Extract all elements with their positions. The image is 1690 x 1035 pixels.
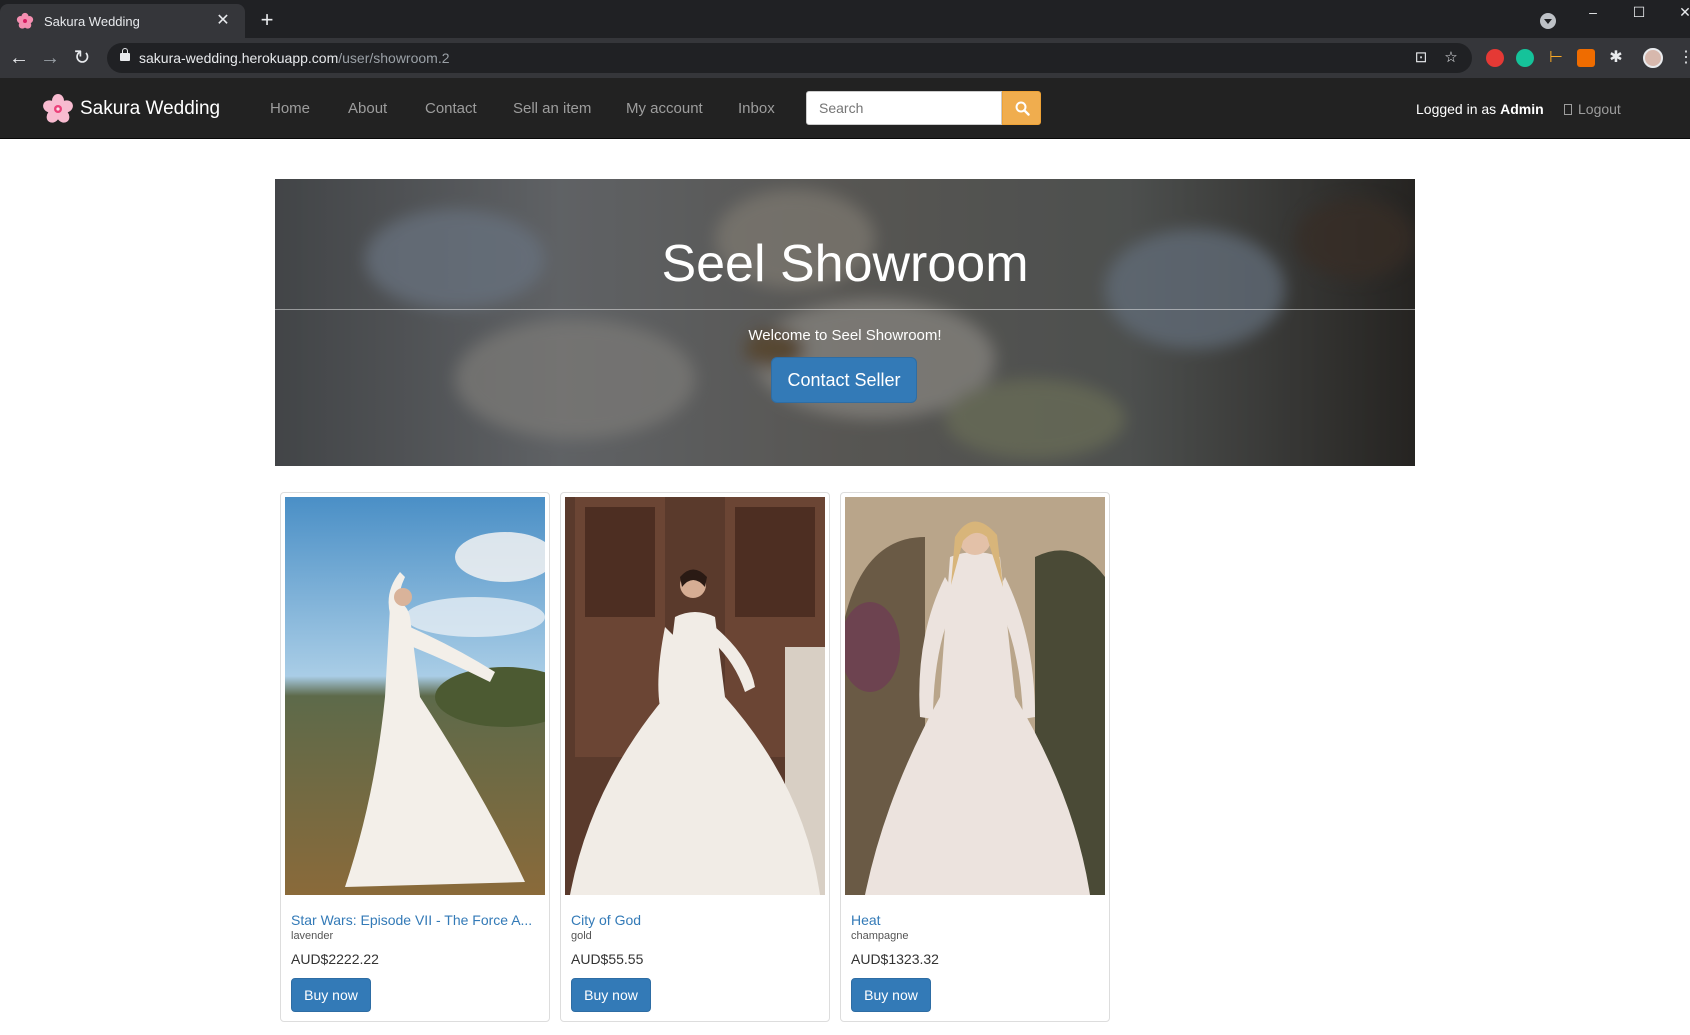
search-icon: [1015, 101, 1030, 116]
browser-tab[interactable]: Sakura Wedding ✕: [0, 4, 245, 38]
brand-link[interactable]: Sakura Wedding: [42, 93, 220, 125]
product-price: AUD$55.55: [571, 951, 644, 967]
reload-icon[interactable]: ↻: [70, 46, 94, 70]
showroom-title: Seel Showroom: [661, 235, 1029, 293]
brand-name: Sakura Wedding: [80, 98, 221, 119]
contact-seller-button[interactable]: Contact Seller: [771, 357, 917, 403]
product-title[interactable]: Heat: [851, 912, 1101, 928]
translate-icon[interactable]: ⊡: [1413, 50, 1429, 66]
banner-background-image: [275, 179, 1415, 466]
logged-in-status: Logged in as Admin: [1416, 101, 1544, 117]
maximize-button[interactable]: ☐: [1616, 0, 1662, 26]
minimize-button[interactable]: –: [1570, 0, 1616, 26]
address-bar[interactable]: sakura-wedding.herokuapp.com/user/showro…: [107, 43, 1472, 73]
logout-link[interactable]: Logout: [1564, 101, 1621, 117]
nav-about[interactable]: About: [348, 100, 387, 117]
product-price: AUD$1323.32: [851, 951, 939, 967]
nav-inbox[interactable]: Inbox: [738, 100, 775, 117]
extension-icon-orange[interactable]: ⊢: [1547, 49, 1565, 67]
browser-toolbar: ← → ↻ sakura-wedding.herokuapp.com/user/…: [0, 38, 1690, 78]
product-color: lavender: [291, 930, 334, 942]
search-input[interactable]: [806, 91, 1002, 125]
nav-sell-an-item[interactable]: Sell an item: [513, 100, 591, 117]
showroom-subtitle: Welcome to Seel Showroom!: [748, 327, 942, 344]
new-tab-button[interactable]: +: [256, 9, 278, 32]
url-path: /user/showroom.2: [338, 50, 450, 66]
browser-menu-icon[interactable]: ⋮: [1678, 49, 1690, 67]
back-icon[interactable]: ←: [7, 46, 31, 70]
product-card: City of God gold AUD$55.55 Buy now: [560, 492, 830, 1022]
extensions-puzzle-icon[interactable]: ✱: [1607, 49, 1625, 67]
url-host: sakura-wedding.herokuapp.com: [139, 50, 339, 66]
extension-icon-gift[interactable]: [1577, 49, 1595, 67]
extension-icon-red[interactable]: [1486, 49, 1504, 67]
showroom-banner: Seel Showroom Welcome to Seel Showroom! …: [275, 179, 1415, 466]
grammarly-icon[interactable]: [1516, 49, 1534, 67]
product-image[interactable]: [285, 497, 545, 895]
product-image[interactable]: [565, 497, 825, 895]
search-button[interactable]: [1002, 91, 1041, 125]
tab-title: Sakura Wedding: [44, 13, 140, 29]
banner-divider: [275, 309, 1415, 310]
product-color: gold: [571, 930, 592, 942]
product-title[interactable]: Star Wars: Episode VII - The Force A...: [291, 912, 541, 928]
product-color: champagne: [851, 930, 909, 942]
tab-close-icon[interactable]: ✕: [213, 11, 233, 31]
tab-search-icon[interactable]: [1540, 13, 1556, 29]
product-card: Star Wars: Episode VII - The Force A... …: [280, 492, 550, 1022]
lock-icon: [120, 48, 130, 61]
logout-icon: [1564, 104, 1572, 115]
product-title[interactable]: City of God: [571, 912, 821, 928]
sakura-logo-icon: [43, 94, 73, 123]
profile-avatar[interactable]: [1643, 48, 1663, 68]
bookmark-star-icon[interactable]: ☆: [1443, 50, 1459, 66]
logout-label: Logout: [1578, 101, 1621, 117]
forward-icon[interactable]: →: [38, 46, 62, 70]
sakura-flower-icon: [16, 12, 34, 29]
logged-in-user: Admin: [1500, 101, 1544, 117]
product-price: AUD$2222.22: [291, 951, 379, 967]
buy-now-button[interactable]: Buy now: [571, 978, 651, 1012]
product-card: Heat champagne AUD$1323.32 Buy now: [840, 492, 1110, 1022]
product-image[interactable]: [845, 497, 1105, 895]
nav-my-account[interactable]: My account: [626, 100, 703, 117]
site-navbar: Sakura Wedding Home About Contact Sell a…: [0, 78, 1690, 139]
buy-now-button[interactable]: Buy now: [291, 978, 371, 1012]
logged-in-prefix: Logged in as: [1416, 101, 1501, 117]
close-window-button[interactable]: ✕: [1662, 0, 1690, 26]
nav-home[interactable]: Home: [270, 100, 310, 117]
nav-contact[interactable]: Contact: [425, 100, 477, 117]
buy-now-button[interactable]: Buy now: [851, 978, 931, 1012]
browser-tab-bar: Sakura Wedding ✕ + – ☐ ✕: [0, 0, 1690, 38]
url-text[interactable]: sakura-wedding.herokuapp.com/user/showro…: [139, 50, 450, 66]
